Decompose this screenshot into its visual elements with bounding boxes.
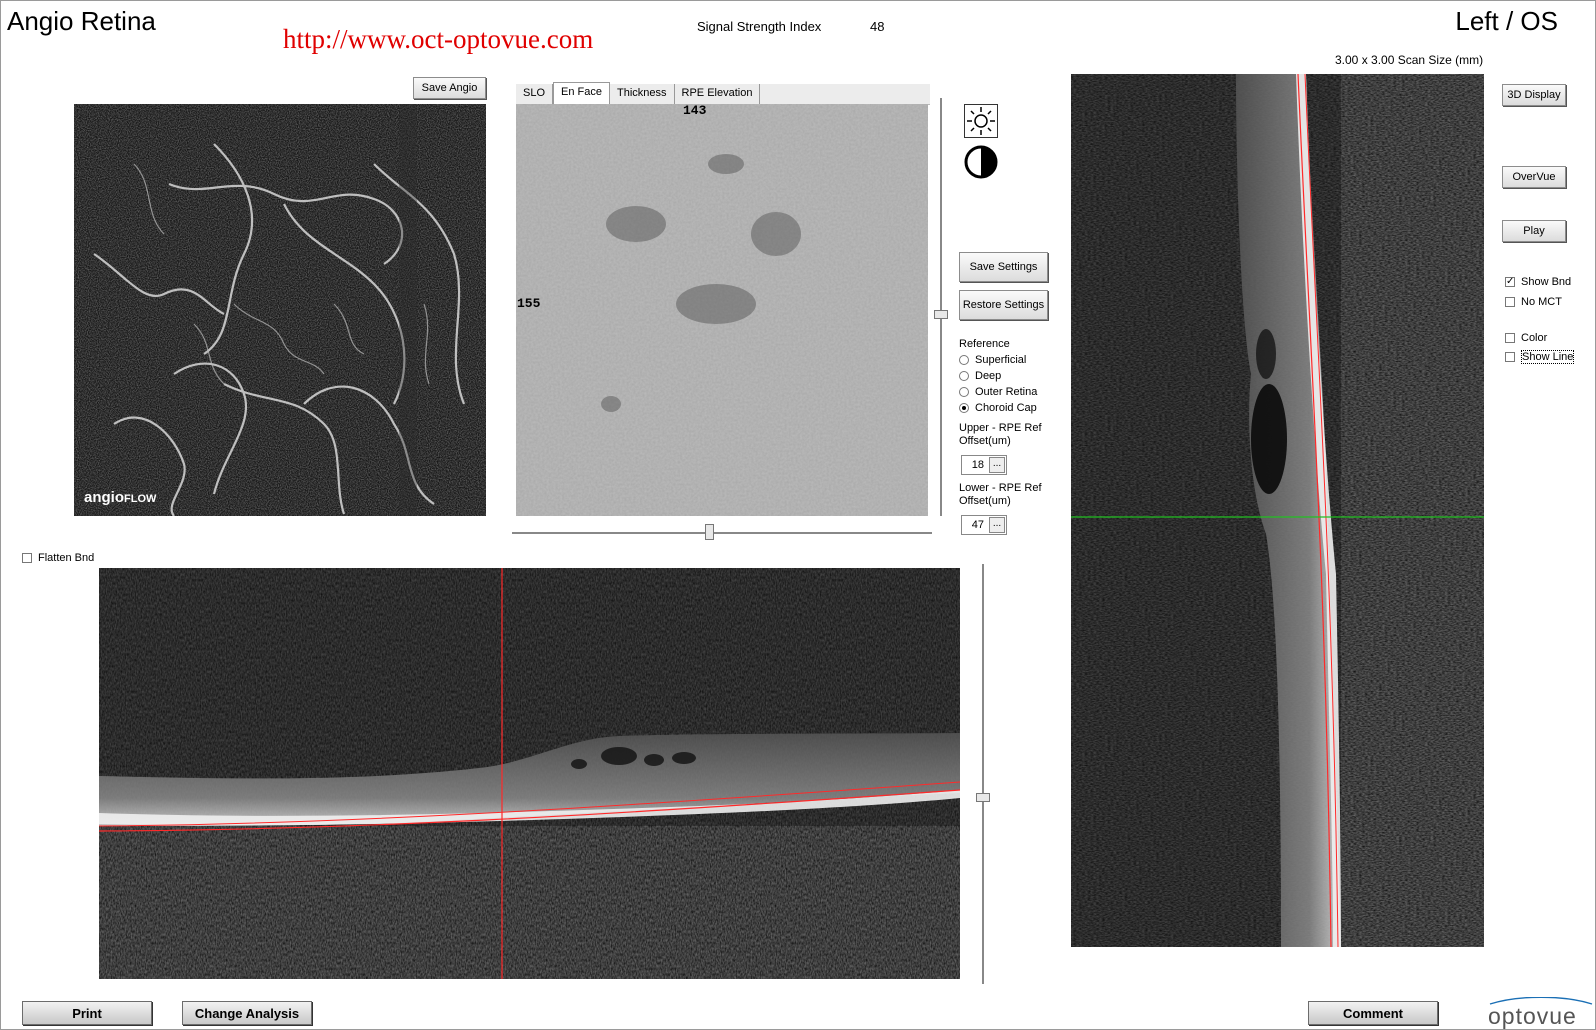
radio-outer-retina[interactable]: Outer Retina [959,386,1037,398]
brand-text: optovue [1488,1003,1577,1029]
flatten-bnd-checkbox[interactable]: Flatten Bnd [22,552,94,564]
checkbox-checked[interactable]: ✓ [1505,277,1515,287]
radio-deep[interactable]: Deep [959,370,1001,382]
enface-tabbar: SLO En Face Thickness RPE Elevation [516,82,930,106]
tab-thickness[interactable]: Thickness [610,84,675,104]
upper-label-line2: Offset(um) [959,435,1011,447]
bscan-image[interactable] [99,568,960,979]
enface-top-value: 143 [683,104,707,118]
radio-label: Choroid Cap [975,402,1037,414]
bscan-v-slider-track[interactable] [982,564,984,984]
show-line-checkbox[interactable]: Show Line [1505,350,1575,364]
enface-v-slider-track[interactable] [940,98,942,516]
radio-choroid-cap[interactable]: Choroid Cap [959,402,1037,414]
show-bnd-label: Show Bnd [1521,276,1572,288]
enface-image[interactable]: 143 155 [516,104,928,516]
lower-label-line2: Offset(um) [959,495,1011,507]
upper-offset-value: 18 [971,459,984,471]
ssi-label: Signal Strength Index [697,19,822,34]
radio-label: Deep [975,370,1002,382]
no-mct-checkbox[interactable]: No MCT [1505,296,1562,308]
upper-offset-label: Upper - RPE Ref Offset(um) [959,422,1042,448]
radio-label: Superficial [975,354,1027,366]
lower-offset-ellipsis-button[interactable]: ... [989,517,1005,533]
comment-button[interactable]: Comment [1308,1001,1438,1025]
tab-rpe-elevation[interactable]: RPE Elevation [675,84,761,104]
radio-label: Outer Retina [975,386,1038,398]
tab-slo[interactable]: SLO [516,84,554,104]
enface-left-value: 155 [517,296,541,311]
flatten-bnd-label: Flatten Bnd [38,552,95,564]
checkbox-box[interactable] [22,553,32,563]
page-title: Angio Retina [7,6,156,36]
overvue-button[interactable]: OverVue [1502,166,1566,188]
checkbox-box[interactable] [1505,352,1515,362]
ssi-value: 48 [870,19,885,34]
upper-offset-field[interactable]: 18... [961,455,1007,475]
change-analysis-button[interactable]: Change Analysis [182,1001,312,1025]
upper-offset-ellipsis-button[interactable]: ... [989,457,1005,473]
no-mct-label: No MCT [1521,296,1562,308]
optovue-logo: optovue [1488,997,1593,1030]
lower-label-line1: Lower - RPE Ref [959,482,1042,494]
tab-en-face[interactable]: En Face [553,82,610,106]
radio-dot-selected[interactable] [959,403,969,413]
color-label: Color [1521,332,1548,344]
radio-dot[interactable] [959,387,969,397]
lower-offset-label: Lower - RPE Ref Offset(um) [959,482,1042,508]
contrast-icon[interactable] [964,145,998,179]
bscan-v-slider-thumb[interactable] [976,793,990,802]
lower-offset-field[interactable]: 47... [961,515,1007,535]
print-button[interactable]: Print [22,1001,152,1025]
3d-display-button[interactable]: 3D Display [1502,84,1566,106]
checkbox-box[interactable] [1505,297,1515,307]
angio-image[interactable]: angioFLOW [74,104,486,516]
eye-label: Left / OS [1455,6,1558,36]
checkbox-box[interactable] [1505,333,1515,343]
radio-dot[interactable] [959,355,969,365]
scan-size-label: 3.00 x 3.00 Scan Size (mm) [1335,53,1484,67]
show-line-label: Show Line [1521,350,1575,364]
play-button[interactable]: Play [1502,220,1566,242]
vertical-bscan-image[interactable] [1071,74,1484,947]
save-settings-button[interactable]: Save Settings [959,252,1048,282]
watermark-url: http://www.oct-optovue.com [283,24,594,54]
radio-dot[interactable] [959,371,969,381]
sun-icon[interactable] [964,104,998,138]
save-angio-button[interactable]: Save Angio [413,77,486,99]
restore-settings-button[interactable]: Restore Settings [959,290,1048,320]
lower-offset-value: 47 [971,519,984,531]
radio-superficial[interactable]: Superficial [959,354,1026,366]
upper-label-line1: Upper - RPE Ref [959,422,1042,434]
color-checkbox[interactable]: Color [1505,332,1547,344]
enface-h-slider-track[interactable] [512,532,932,534]
angioflow-logo: angioFLOW [84,489,157,506]
reference-label: Reference [959,338,1010,350]
show-bnd-checkbox[interactable]: ✓ Show Bnd [1505,276,1571,288]
enface-h-slider-thumb[interactable] [705,524,714,540]
enface-v-slider-thumb[interactable] [934,310,948,319]
